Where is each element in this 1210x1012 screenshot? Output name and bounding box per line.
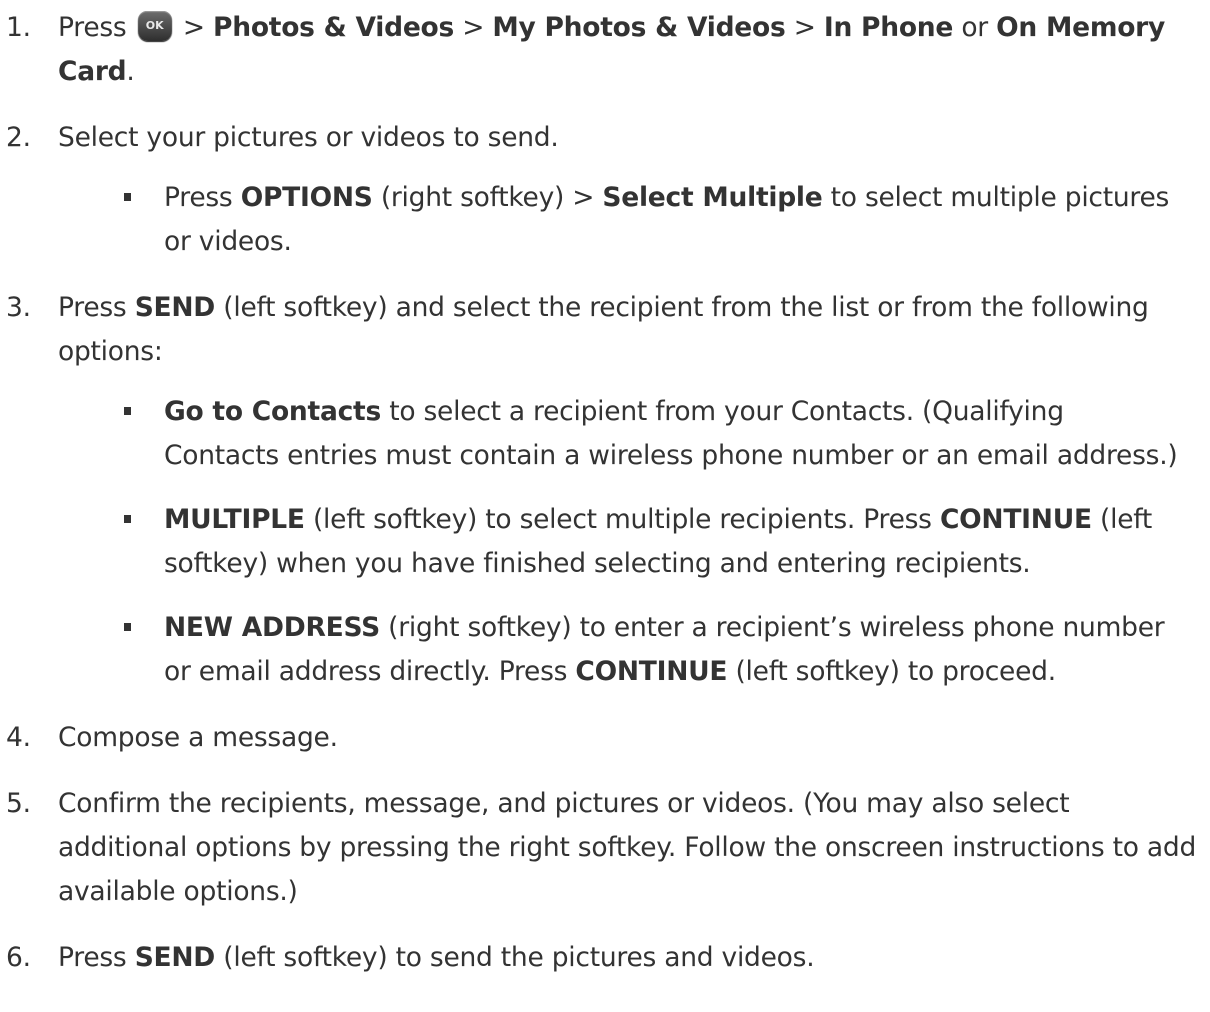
step-number: 2.: [6, 122, 31, 153]
step-5: 5. Confirm the recipients, message, and …: [0, 782, 1210, 914]
step-text: Press: [58, 292, 127, 323]
softkey-continue: CONTINUE: [939, 504, 1092, 535]
bullet-text: (left softkey) to proceed.: [735, 656, 1056, 687]
bullet-list: Press OPTIONS (right softkey) > Select M…: [58, 176, 1198, 264]
menu-my-photos-videos: My Photos & Videos: [492, 12, 786, 43]
step-text: Press: [58, 12, 127, 43]
separator: >: [793, 12, 816, 43]
softkey-continue: CONTINUE: [575, 656, 728, 687]
separator: >: [462, 12, 485, 43]
step-6: 6. Press SEND (left softkey) to send the…: [0, 936, 1210, 980]
softkey-options: OPTIONS: [240, 182, 373, 213]
step-text: Compose a message.: [58, 722, 338, 753]
bullet-marker: [124, 407, 131, 415]
ok-key-icon: OK: [137, 11, 172, 41]
instructions-page: 1. Press OK > Photos & Videos > My Photo…: [0, 0, 1210, 1012]
bullet-marker: [124, 623, 131, 631]
bullet-text: (right softkey) >: [380, 182, 595, 213]
step-text: Press: [58, 942, 127, 973]
step-number: 6.: [6, 942, 31, 973]
softkey-new-address: NEW ADDRESS: [164, 612, 380, 643]
menu-in-phone: In Phone: [823, 12, 954, 43]
bullet-marker: [124, 193, 131, 201]
bullet-item: Go to Contacts to select a recipient fro…: [58, 390, 1198, 478]
step-2: 2. Select your pictures or videos to sen…: [0, 116, 1210, 264]
separator: >: [182, 12, 205, 43]
softkey-send: SEND: [134, 942, 216, 973]
ok-key-label: OK: [145, 19, 164, 32]
step-text: Select your pictures or videos to send.: [58, 122, 559, 153]
menu-photos-videos: Photos & Videos: [213, 12, 455, 43]
step-number: 5.: [6, 788, 31, 819]
step-number: 1.: [6, 12, 31, 43]
step-3: 3. Press SEND (left softkey) and select …: [0, 286, 1210, 694]
step-text: .: [126, 56, 135, 87]
softkey-send: SEND: [134, 292, 216, 323]
bullet-list: Go to Contacts to select a recipient fro…: [58, 390, 1198, 694]
bullet-marker: [124, 515, 131, 523]
bullet-item: MULTIPLE (left softkey) to select multip…: [58, 498, 1198, 586]
step-text: or: [961, 12, 988, 43]
bullet-item: NEW ADDRESS (right softkey) to enter a r…: [58, 606, 1198, 694]
step-4: 4. Compose a message.: [0, 716, 1210, 760]
option-go-to-contacts: Go to Contacts: [164, 396, 382, 427]
bullet-item: Press OPTIONS (right softkey) > Select M…: [58, 176, 1198, 264]
step-number: 4.: [6, 722, 31, 753]
step-1: 1. Press OK > Photos & Videos > My Photo…: [0, 6, 1210, 94]
step-number: 3.: [6, 292, 31, 323]
step-text: Confirm the recipients, message, and pic…: [58, 788, 1197, 907]
step-text: (left softkey) and select the recipient …: [58, 292, 1149, 367]
softkey-multiple: MULTIPLE: [164, 504, 305, 535]
step-text: (left softkey) to send the pictures and …: [223, 942, 815, 973]
menu-select-multiple: Select Multiple: [602, 182, 823, 213]
bullet-text: (left softkey) to select multiple recipi…: [312, 504, 932, 535]
bullet-text: Press: [164, 182, 233, 213]
